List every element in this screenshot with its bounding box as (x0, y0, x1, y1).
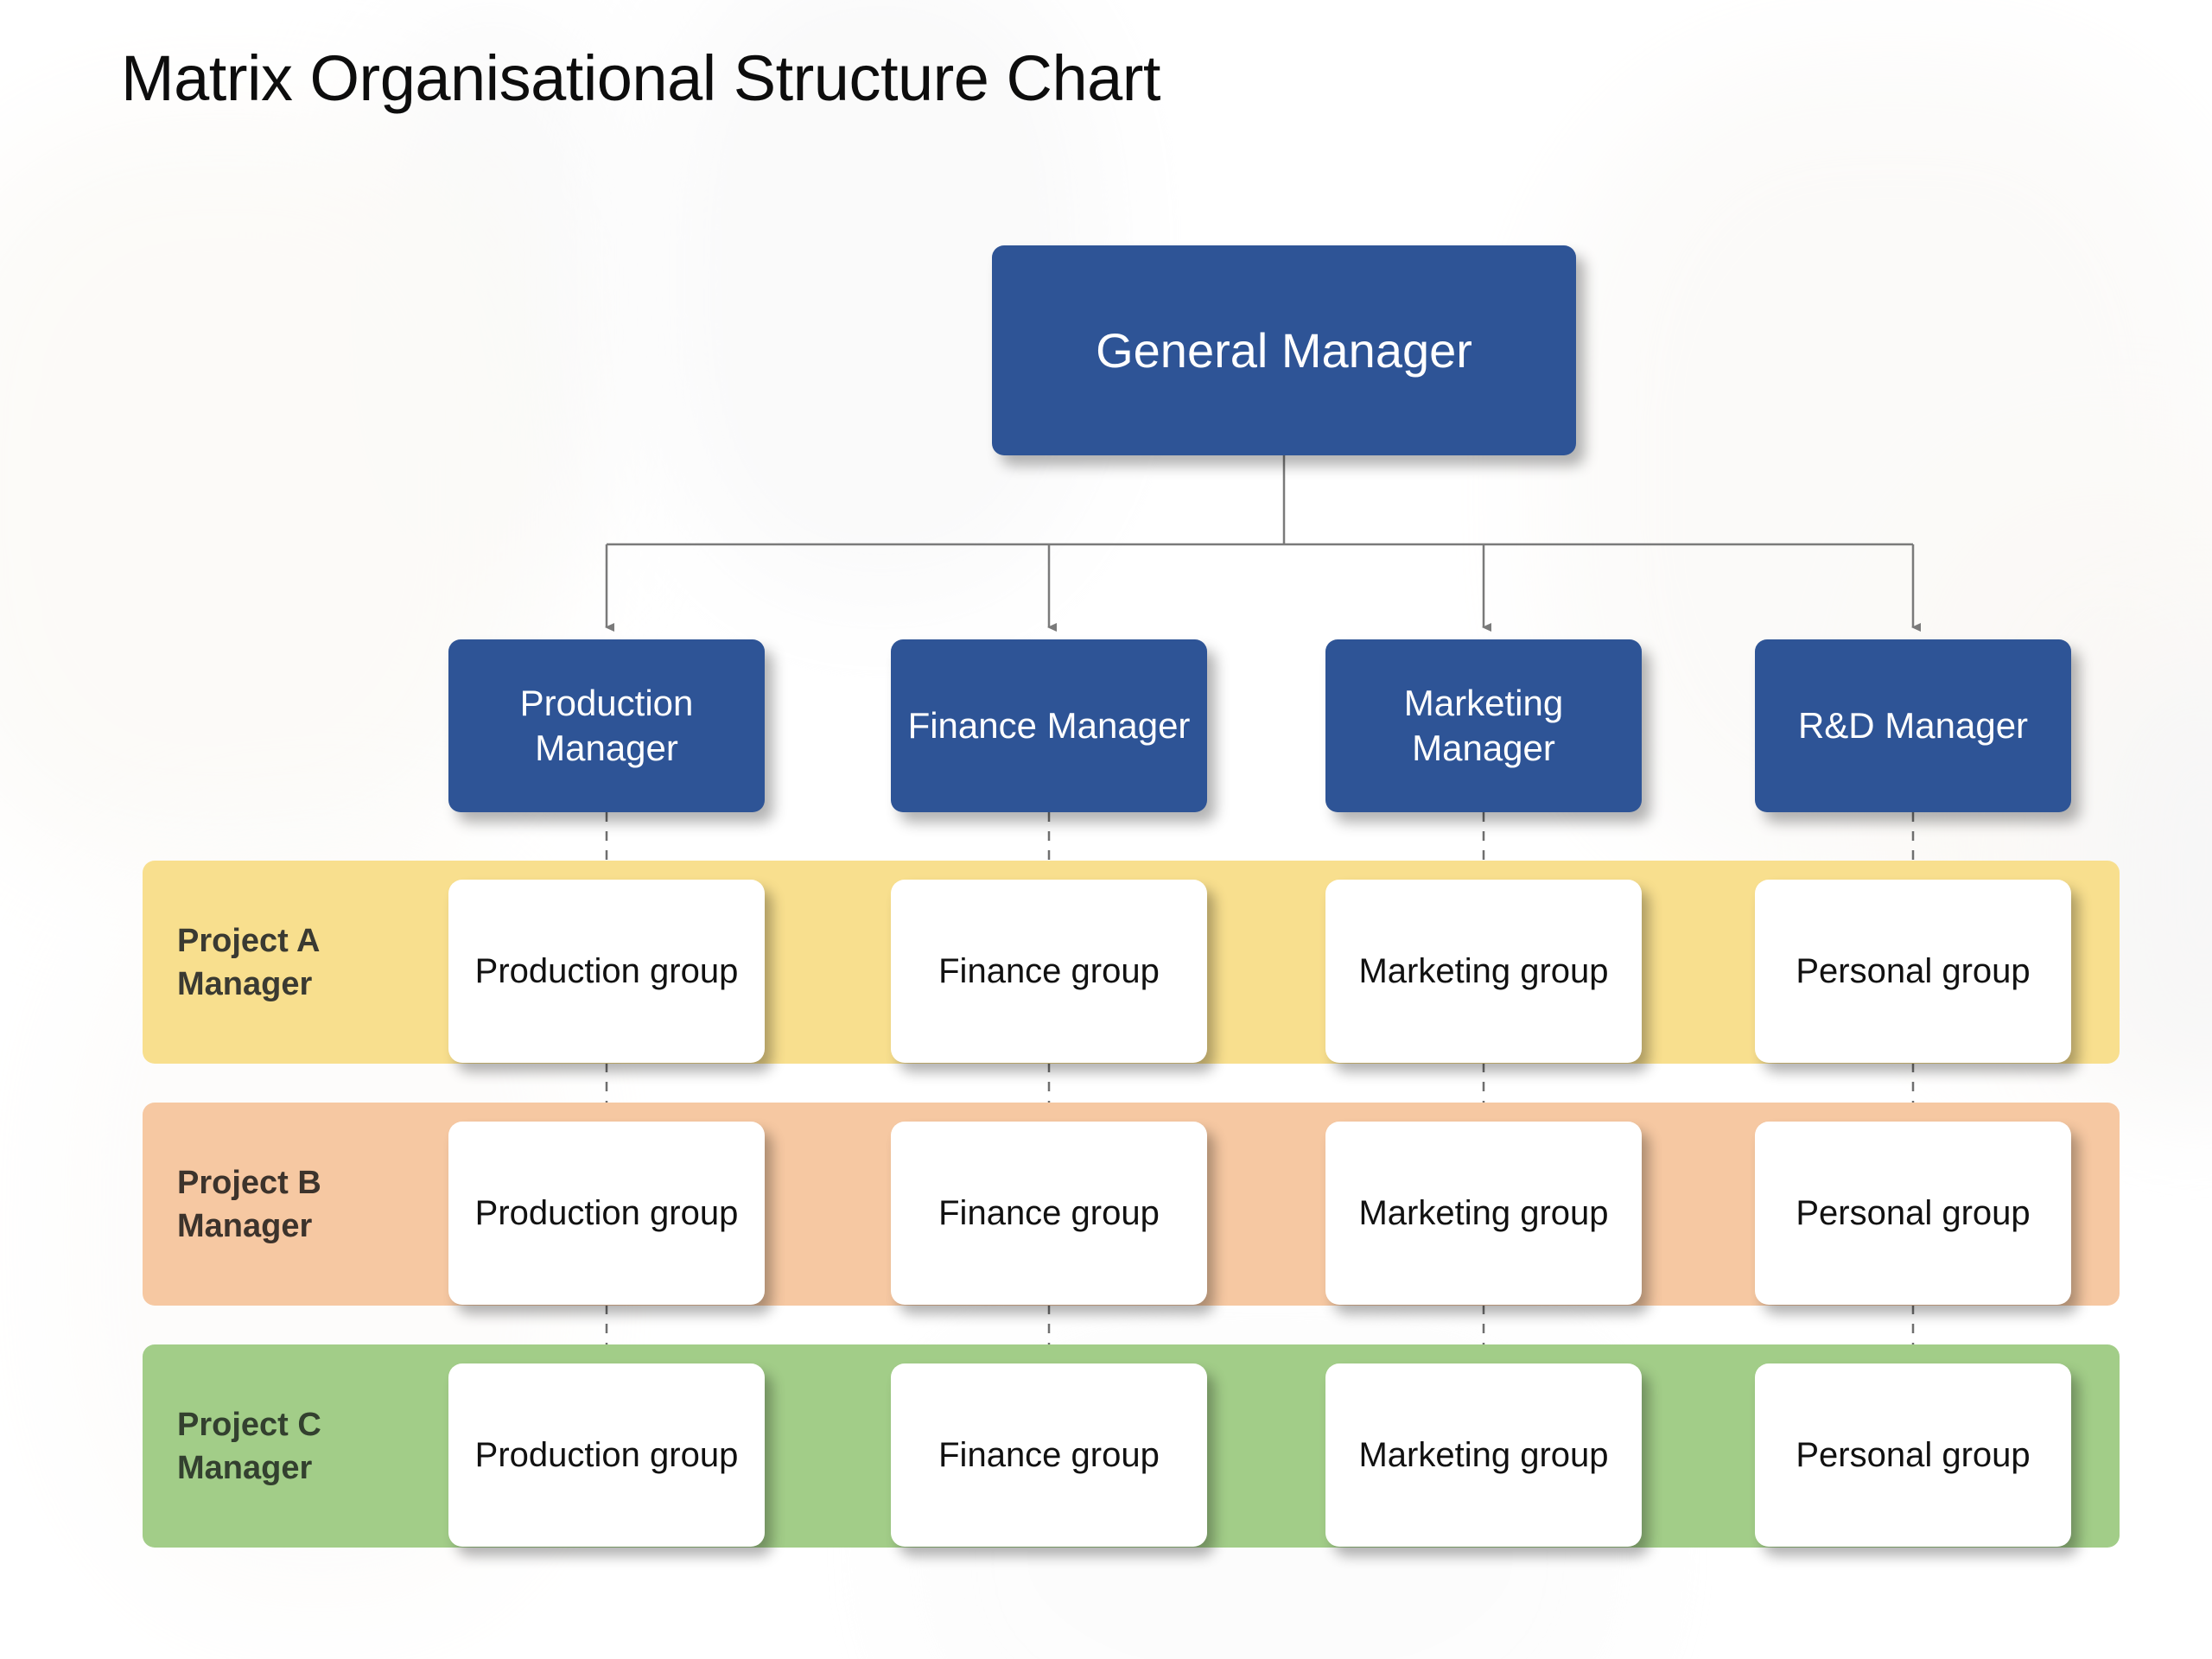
card-production-group-c[interactable]: Production group (448, 1363, 765, 1547)
project-a-manager-label: Project A Manager (177, 922, 320, 1002)
card-finance-group-a[interactable]: Finance group (891, 880, 1207, 1063)
card-marketing-group-c[interactable]: Marketing group (1325, 1363, 1642, 1547)
card-label: Production group (474, 1436, 739, 1474)
node-rd-manager-label: R&D Manager (1797, 704, 2029, 746)
card-production-group-a[interactable]: Production group (448, 880, 765, 1063)
card-label: Marketing group (1358, 952, 1609, 990)
project-c-manager-label: Project C Manager (177, 1406, 321, 1486)
card-label: Personal group (1796, 952, 2031, 990)
node-production-manager-label: Production Manager (519, 682, 694, 769)
card-label: Marketing group (1358, 1436, 1609, 1474)
card-production-group-b[interactable]: Production group (448, 1122, 765, 1305)
card-label: Finance group (938, 1436, 1160, 1474)
card-finance-group-b[interactable]: Finance group (891, 1122, 1207, 1305)
card-label: Finance group (938, 1194, 1160, 1232)
node-marketing-manager[interactable]: Marketing Manager (1325, 639, 1642, 812)
card-label: Personal group (1796, 1194, 2031, 1232)
node-marketing-manager-label: Marketing Manager (1403, 682, 1564, 769)
card-label: Finance group (938, 952, 1160, 990)
card-label: Personal group (1796, 1436, 2031, 1474)
card-marketing-group-b[interactable]: Marketing group (1325, 1122, 1642, 1305)
node-rd-manager[interactable]: R&D Manager (1755, 639, 2071, 812)
project-b-manager-label: Project B Manager (177, 1164, 321, 1244)
card-label: Marketing group (1358, 1194, 1609, 1232)
node-general-manager[interactable]: General Manager (992, 245, 1576, 455)
card-label: Production group (474, 1194, 739, 1232)
node-production-manager[interactable]: Production Manager (448, 639, 765, 812)
card-finance-group-c[interactable]: Finance group (891, 1363, 1207, 1547)
node-finance-manager-label: Finance Manager (907, 704, 1191, 746)
node-finance-manager[interactable]: Finance Manager (891, 639, 1207, 812)
node-general-manager-label: General Manager (1096, 323, 1472, 378)
card-marketing-group-a[interactable]: Marketing group (1325, 880, 1642, 1063)
card-personal-group-c[interactable]: Personal group (1755, 1363, 2071, 1547)
card-label: Production group (474, 952, 739, 990)
page-title: Matrix Organisational Structure Chart (121, 42, 1160, 114)
card-personal-group-a[interactable]: Personal group (1755, 880, 2071, 1063)
card-personal-group-b[interactable]: Personal group (1755, 1122, 2071, 1305)
